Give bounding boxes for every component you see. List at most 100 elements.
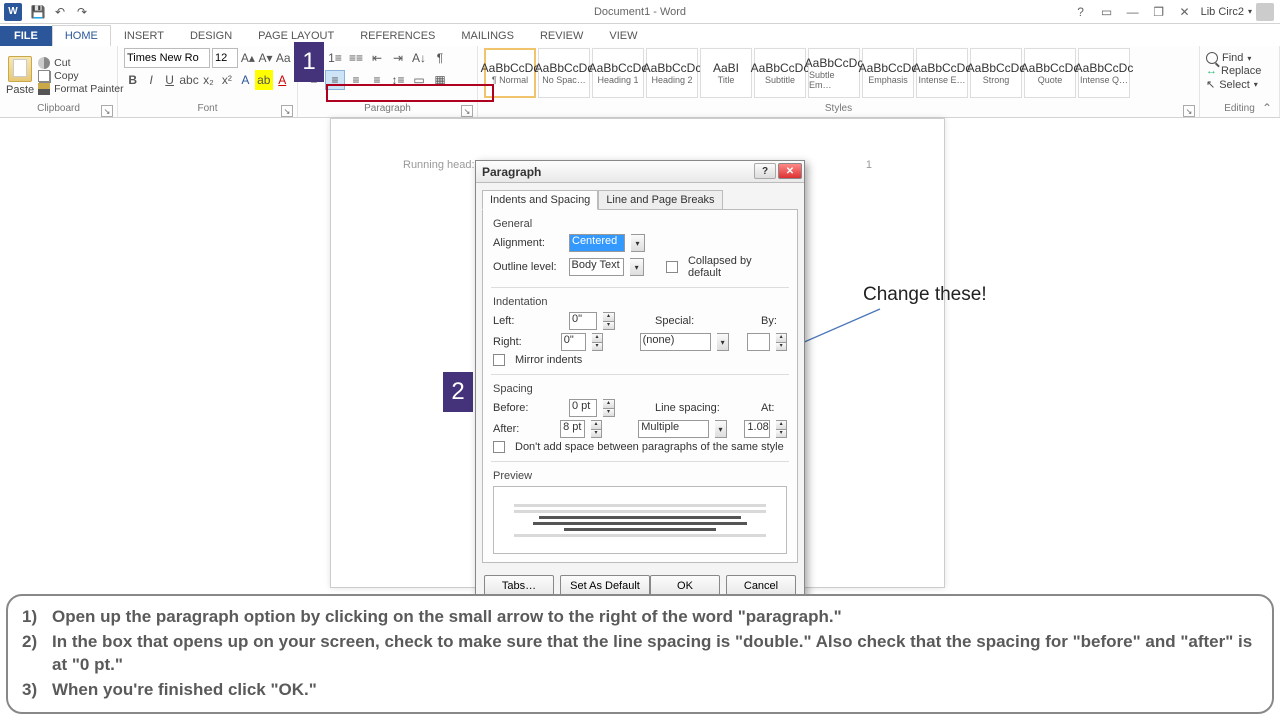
after-spinner[interactable]: ▴▾ [591,420,602,438]
alignment-select[interactable]: Centered [569,234,625,252]
change-case-button[interactable]: Aa [275,48,291,68]
ribbon-options-button[interactable]: ▭ [1097,4,1117,20]
style-subtitle[interactable]: AaBbCcDcSubtitle [754,48,806,98]
titlebar: W 💾 ↶ ↷ Document1 - Word ? ▭ — ❐ ✕ Lib C… [0,0,1280,24]
alignment-dropdown-icon[interactable]: ▾ [631,234,645,252]
outline-dropdown-icon[interactable]: ▾ [630,258,644,276]
indent-right-spinner[interactable]: ▴▾ [592,333,603,351]
after-input[interactable]: 8 pt [560,420,585,438]
style-quote[interactable]: AaBbCcDcQuote [1024,48,1076,98]
strikethrough-button[interactable]: abc [179,70,198,90]
same-style-checkbox[interactable] [493,441,505,453]
copy-button[interactable]: Copy [38,70,123,82]
dialog-tab-indents[interactable]: Indents and Spacing [482,190,598,210]
dialog-help-button[interactable]: ? [754,163,776,179]
sort-button[interactable]: A↓ [409,48,429,68]
format-painter-button[interactable]: Format Painter [38,83,123,95]
special-dropdown-icon[interactable]: ▾ [717,333,729,351]
label-by: By: [761,315,777,327]
help-button[interactable]: ? [1071,4,1091,20]
before-input[interactable]: 0 pt [569,399,597,417]
font-size-input[interactable] [212,48,238,68]
text-effects-button[interactable]: A [237,70,254,90]
font-launcher[interactable]: ↘ [281,105,293,117]
highlight-button[interactable]: ab [255,70,272,90]
align-right-button[interactable]: ≡ [346,70,366,90]
shading-button[interactable]: ▭ [409,70,429,90]
tab-references[interactable]: REFERENCES [347,25,448,46]
align-center-button[interactable]: ≡ [325,70,345,90]
style-subtle-em-[interactable]: AaBbCcDcSubtle Em… [808,48,860,98]
increase-indent-button[interactable]: ⇥ [388,48,408,68]
ribbon: Paste Cut Copy Format Painter Clipboard↘… [0,46,1280,118]
style-title[interactable]: AaBITitle [700,48,752,98]
outline-select[interactable]: Body Text [569,258,625,276]
tab-file[interactable]: FILE [0,26,52,46]
style-emphasis[interactable]: AaBbCcDcEmphasis [862,48,914,98]
multilevel-button[interactable]: ≡≡ [346,48,366,68]
style-heading-1[interactable]: AaBbCcDcHeading 1 [592,48,644,98]
tab-home[interactable]: HOME [52,25,111,46]
subscript-button[interactable]: x₂ [200,70,217,90]
replace-button[interactable]: ↔Replace [1206,65,1273,77]
superscript-button[interactable]: x² [218,70,235,90]
dialog-close-button[interactable]: ✕ [778,163,802,179]
special-select[interactable]: (none) [640,333,711,351]
show-marks-button[interactable]: ¶ [430,48,450,68]
find-button[interactable]: Find▾ [1206,52,1273,64]
tab-design[interactable]: DESIGN [177,25,245,46]
line-spacing-dropdown-icon[interactable]: ▾ [715,420,727,438]
italic-button[interactable]: I [142,70,159,90]
paragraph-launcher[interactable]: ↘ [461,105,473,117]
justify-button[interactable]: ≡ [367,70,387,90]
decrease-indent-button[interactable]: ⇤ [367,48,387,68]
close-button[interactable]: ✕ [1175,4,1195,20]
collapsed-checkbox[interactable] [666,261,678,273]
style-no-spac-[interactable]: AaBbCcDcNo Spac… [538,48,590,98]
style-intense-q-[interactable]: AaBbCcDcIntense Q… [1078,48,1130,98]
line-spacing-button[interactable]: ↕≡ [388,70,408,90]
style-strong[interactable]: AaBbCcDcStrong [970,48,1022,98]
by-input[interactable] [747,333,771,351]
minimize-button[interactable]: — [1123,4,1143,20]
tab-review[interactable]: REVIEW [527,25,596,46]
shrink-font-button[interactable]: A▾ [258,48,274,68]
before-spinner[interactable]: ▴▾ [603,399,615,417]
font-color-button[interactable]: A [274,70,291,90]
style-heading-2[interactable]: AaBbCcDcHeading 2 [646,48,698,98]
at-spinner[interactable]: ▴▾ [776,420,787,438]
styles-gallery[interactable]: AaBbCcDc¶ NormalAaBbCcDcNo Spac…AaBbCcDc… [484,48,1193,103]
dialog-titlebar[interactable]: Paragraph ? ✕ [476,161,804,183]
style-normal[interactable]: AaBbCcDc¶ Normal [484,48,536,98]
underline-button[interactable]: U [161,70,178,90]
style-intense-e-[interactable]: AaBbCcDcIntense E… [916,48,968,98]
clipboard-launcher[interactable]: ↘ [101,105,113,117]
tab-view[interactable]: VIEW [596,25,650,46]
by-spinner[interactable]: ▴▾ [776,333,787,351]
bold-button[interactable]: B [124,70,141,90]
grow-font-button[interactable]: A▴ [240,48,256,68]
user-account[interactable]: Lib Circ2▾ [1201,3,1274,21]
qat-undo-button[interactable]: ↶ [50,2,70,22]
indent-left-spinner[interactable]: ▴▾ [603,312,615,330]
restore-button[interactable]: ❐ [1149,4,1169,20]
dialog-tab-breaks[interactable]: Line and Page Breaks [598,190,722,210]
numbering-button[interactable]: 1≡ [325,48,345,68]
qat-redo-button[interactable]: ↷ [72,2,92,22]
tab-mailings[interactable]: MAILINGS [448,25,527,46]
section-general: General [493,218,787,230]
font-name-input[interactable] [124,48,210,68]
collapse-ribbon-button[interactable]: ⌃ [1262,101,1272,115]
indent-right-input[interactable]: 0" [561,333,586,351]
tab-insert[interactable]: INSERT [111,25,177,46]
mirror-checkbox[interactable] [493,354,505,366]
line-spacing-select[interactable]: Multiple [638,420,709,438]
indent-left-input[interactable]: 0" [569,312,597,330]
select-button[interactable]: ↖Select▾ [1206,78,1273,91]
borders-button[interactable]: ▦ [430,70,450,90]
paste-button[interactable]: Paste [6,48,34,103]
qat-save-button[interactable]: 💾 [28,2,48,22]
at-input[interactable]: 1.08 [744,420,770,438]
styles-launcher[interactable]: ↘ [1183,105,1195,117]
cut-button[interactable]: Cut [38,57,123,69]
